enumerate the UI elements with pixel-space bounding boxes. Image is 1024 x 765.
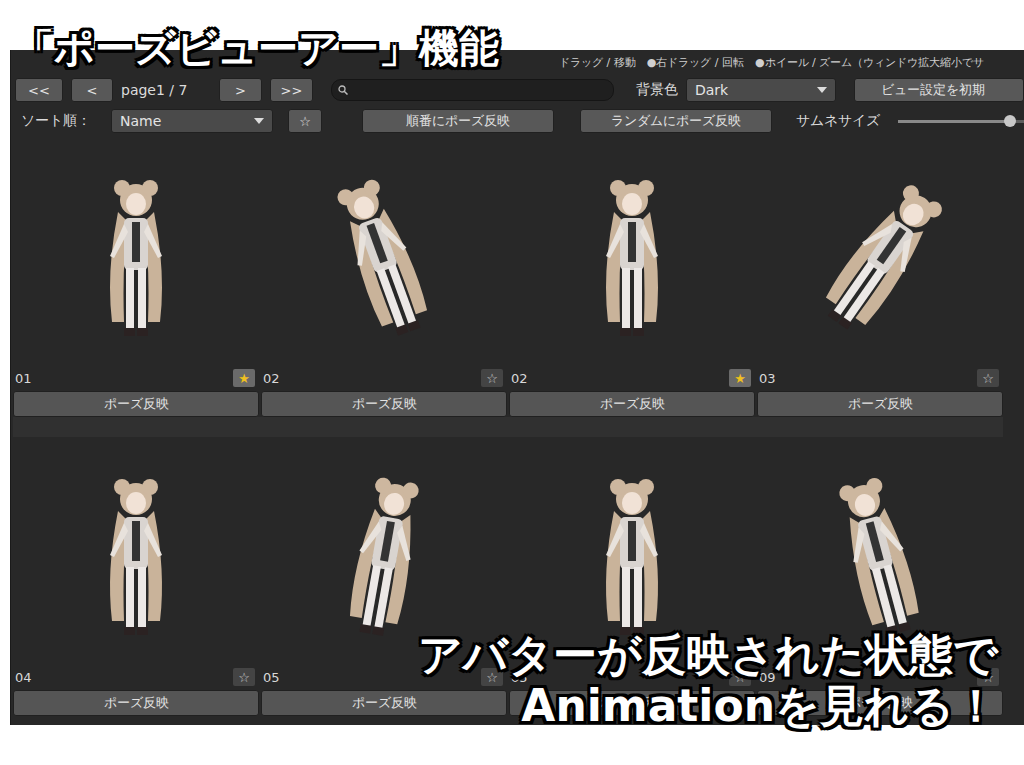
search-input[interactable] xyxy=(352,80,607,100)
overlay-caption: アバターが反映された状態でAnimationを見れる！ xyxy=(418,630,998,731)
pose-thumbnail[interactable] xyxy=(757,138,1003,366)
favorite-star-button[interactable]: ☆ xyxy=(977,369,999,387)
pose-viewer-panel: ドラッグ / 移動 ●右ドラッグ / 回転 ●ホイール / ズーム（ウィンドウ拡… xyxy=(10,50,1024,725)
apply-pose-button[interactable]: ポーズ反映 xyxy=(13,391,259,417)
row-separator xyxy=(13,417,1003,437)
pose-thumbnail[interactable] xyxy=(13,138,259,366)
star-filter-button[interactable]: ☆ xyxy=(288,109,322,133)
pose-name: 02 xyxy=(263,371,280,386)
sort-label: ソート順： xyxy=(21,112,111,130)
magnifier-icon xyxy=(338,85,348,95)
dropdown-arrow-icon xyxy=(817,87,827,93)
pose-label-bar: 02 ☆ xyxy=(261,368,507,388)
apply-pose-button[interactable]: ポーズ反映 xyxy=(261,391,507,417)
slider-knob[interactable] xyxy=(1004,115,1016,127)
caption-line: Animationを見れる！ xyxy=(521,681,998,732)
prev-page-button[interactable]: << xyxy=(15,78,63,102)
avatar-preview-icon xyxy=(66,451,206,651)
favorite-star-button[interactable]: ☆ xyxy=(233,668,255,686)
pose-label-bar: 04 ☆ xyxy=(13,667,259,687)
pose-label-bar: 01 ★ xyxy=(13,368,259,388)
avatar-preview-icon xyxy=(66,152,206,352)
pose-name: 03 xyxy=(759,371,776,386)
caption-line: アバターが反映された状態で xyxy=(418,630,998,681)
pose-card: 01 ★ ポーズ反映 xyxy=(13,138,259,417)
thumb-size-label: サムネサイズ xyxy=(796,112,880,130)
avatar-preview-icon xyxy=(810,152,950,352)
avatar-preview-icon xyxy=(314,451,454,651)
pose-name: 05 xyxy=(263,670,280,685)
sort-value: Name xyxy=(120,113,161,129)
nav-row: <<<page1 / 7>>>背景色Darkビュー設定を初期 xyxy=(11,74,1024,106)
favorite-star-button[interactable]: ☆ xyxy=(481,369,503,387)
sort-dropdown[interactable]: Name xyxy=(111,109,273,133)
pose-name: 04 xyxy=(15,670,32,685)
apply-pose-button[interactable]: ポーズ反映 xyxy=(261,690,507,716)
avatar-preview-icon xyxy=(562,451,702,651)
pose-label-bar: 02 ★ xyxy=(509,368,755,388)
favorite-star-button[interactable]: ★ xyxy=(233,369,255,387)
pose-label-bar: 03 ☆ xyxy=(757,368,1003,388)
pose-card: 02 ☆ ポーズ反映 xyxy=(261,138,507,417)
pose-card: 02 ★ ポーズ反映 xyxy=(509,138,755,417)
apply-pose-button[interactable]: ポーズ反映 xyxy=(13,690,259,716)
avatar-preview-icon xyxy=(562,152,702,352)
background-value: Dark xyxy=(695,82,728,98)
avatar-preview-icon xyxy=(314,152,454,352)
background-dropdown[interactable]: Dark xyxy=(686,78,836,102)
apply-in-order-button[interactable]: 順番にポーズ反映 xyxy=(362,109,554,133)
avatar-preview-icon xyxy=(810,451,950,651)
apply-pose-button[interactable]: ポーズ反映 xyxy=(757,391,1003,417)
pose-name: 02 xyxy=(511,371,528,386)
apply-random-button[interactable]: ランダムにポーズ反映 xyxy=(580,109,772,133)
reset-view-button[interactable]: ビュー設定を初期 xyxy=(854,78,1024,102)
pose-thumbnail[interactable] xyxy=(509,138,755,366)
overlay-title: 「ポーズビューアー」機能 xyxy=(14,26,499,70)
background-label: 背景色 xyxy=(636,81,678,99)
prev-page-button[interactable]: < xyxy=(71,78,113,102)
page-indicator: page1 / 7 xyxy=(121,82,211,98)
next-page-button[interactable]: >> xyxy=(270,78,313,102)
pose-thumbnail[interactable] xyxy=(13,437,259,665)
controls-hint: ドラッグ / 移動 ●右ドラッグ / 回転 ●ホイール / ズーム（ウィンドウ拡… xyxy=(559,55,984,70)
pose-card: 04 ☆ ポーズ反映 xyxy=(13,437,259,716)
sort-row: ソート順： Name ☆ 順番にポーズ反映 ランダムにポーズ反映 サムネサイズ xyxy=(11,106,1024,136)
dropdown-arrow-icon xyxy=(254,118,264,124)
thumb-size-slider[interactable] xyxy=(898,120,1024,123)
apply-pose-button[interactable]: ポーズ反映 xyxy=(509,391,755,417)
search-field[interactable] xyxy=(331,79,614,101)
next-page-button[interactable]: > xyxy=(219,78,262,102)
pose-thumbnail[interactable] xyxy=(261,138,507,366)
favorite-star-button[interactable]: ★ xyxy=(729,369,751,387)
thumb-size-fill xyxy=(898,120,1010,123)
pose-card: 03 ☆ ポーズ反映 xyxy=(757,138,1003,417)
pose-name: 01 xyxy=(15,371,32,386)
